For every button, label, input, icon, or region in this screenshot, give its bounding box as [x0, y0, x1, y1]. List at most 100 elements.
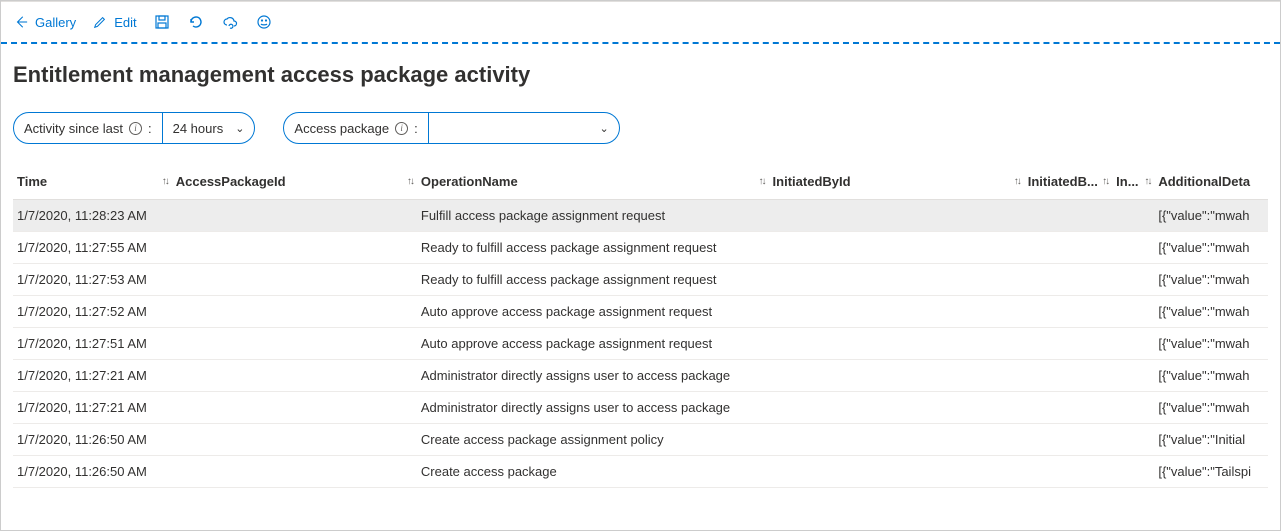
cell-additional-details: [{"value":"mwah [1154, 328, 1268, 360]
cell-in [1112, 424, 1154, 456]
cell-additional-details: [{"value":"mwah [1154, 360, 1268, 392]
cell-in [1112, 360, 1154, 392]
table-row[interactable]: 1/7/2020, 11:27:52 AM Auto approve access… [13, 296, 1268, 328]
app-window: Gallery Edit Entitlement management acce… [0, 0, 1281, 531]
cell-initiated-by-id [769, 264, 1024, 296]
cell-operation-name: Auto approve access package assignment r… [417, 328, 769, 360]
edit-button[interactable]: Edit [92, 14, 136, 30]
activity-since-value: 24 hours [173, 121, 224, 136]
activity-since-filter: Activity since last i : 24 hours ⌄ [13, 112, 255, 144]
cell-in [1112, 296, 1154, 328]
cloud-refresh-icon[interactable] [221, 13, 239, 31]
cell-time: 1/7/2020, 11:27:21 AM [13, 392, 172, 424]
cell-access-package-id [172, 264, 417, 296]
cell-initiated-by [1024, 328, 1112, 360]
column-label: AdditionalDeta [1158, 174, 1250, 189]
sort-icon[interactable]: ↑↓ [1102, 176, 1108, 187]
table-row[interactable]: 1/7/2020, 11:27:55 AM Ready to fulfill ac… [13, 232, 1268, 264]
cell-operation-name: Ready to fulfill access package assignme… [417, 264, 769, 296]
cell-initiated-by [1024, 264, 1112, 296]
results-table: Time ↑↓ AccessPackageId ↑↓ OperationName ↑↓… [13, 166, 1268, 488]
cell-access-package-id [172, 328, 417, 360]
cell-access-package-id [172, 360, 417, 392]
activity-since-label: Activity since last i : [14, 121, 162, 136]
cell-access-package-id [172, 296, 417, 328]
cell-time: 1/7/2020, 11:28:23 AM [13, 200, 172, 232]
column-label: InitiatedB... [1028, 174, 1098, 189]
activity-since-select[interactable]: 24 hours ⌄ [163, 121, 255, 136]
table-row[interactable]: 1/7/2020, 11:27:21 AMAdministrator direc… [13, 392, 1268, 424]
cell-operation-name: Create access package [417, 456, 769, 488]
cell-operation-name: Create access package assignment policy [417, 424, 769, 456]
cell-additional-details: [{"value":"mwah [1154, 264, 1268, 296]
toolbar: Gallery Edit [1, 2, 1280, 42]
cell-access-package-id [172, 200, 417, 232]
pencil-icon [92, 14, 108, 30]
cell-time: 1/7/2020, 11:27:52 AM [13, 296, 172, 328]
cell-access-package-id [172, 392, 417, 424]
cell-access-package-id [172, 232, 417, 264]
cell-in [1112, 232, 1154, 264]
gallery-button[interactable]: Gallery [13, 14, 76, 30]
cell-time: 1/7/2020, 11:27:55 AM [13, 232, 172, 264]
cell-time: 1/7/2020, 11:27:53 AM [13, 264, 172, 296]
save-icon[interactable] [153, 13, 171, 31]
column-label: In... [1116, 174, 1138, 189]
cell-additional-details: [{"value":"mwah [1154, 392, 1268, 424]
sort-icon[interactable]: ↑↓ [1144, 176, 1150, 187]
column-header-initiated-by-id[interactable]: InitiatedById↑↓ [769, 166, 1024, 200]
chevron-down-icon: ⌄ [235, 122, 244, 135]
table-row[interactable]: 1/7/2020, 11:28:23 AM Fulfill access pack… [13, 200, 1268, 232]
cell-in [1112, 392, 1154, 424]
cell-additional-details: [{"value":"Initial [1154, 424, 1268, 456]
cell-initiated-by-id [769, 424, 1024, 456]
info-icon[interactable]: i [395, 122, 408, 135]
access-package-select[interactable]: ⌄ [429, 122, 619, 135]
cell-time: 1/7/2020, 11:26:50 AM [13, 424, 172, 456]
column-header-additional-details[interactable]: AdditionalDeta [1154, 166, 1268, 200]
table-row[interactable]: 1/7/2020, 11:27:21 AMAdministrator direc… [13, 360, 1268, 392]
cell-in [1112, 200, 1154, 232]
arrow-left-icon [13, 14, 29, 30]
access-package-label-text: Access package [294, 121, 389, 136]
sort-icon[interactable]: ↑↓ [1014, 176, 1020, 187]
refresh-icon[interactable] [187, 13, 205, 31]
column-header-in[interactable]: In... ↑↓ [1112, 166, 1154, 200]
column-header-time[interactable]: Time ↑↓ [13, 166, 172, 200]
column-label: AccessPackageId [176, 174, 286, 189]
cell-operation-name: Fulfill access package assignment reques… [417, 200, 769, 232]
cell-initiated-by [1024, 456, 1112, 488]
column-header-operation-name[interactable]: OperationName ↑↓ [417, 166, 769, 200]
cell-operation-name: Ready to fulfill access package assignme… [417, 232, 769, 264]
cell-initiated-by-id [769, 392, 1024, 424]
cell-initiated-by [1024, 232, 1112, 264]
column-label: OperationName [421, 174, 518, 189]
cell-initiated-by [1024, 424, 1112, 456]
cell-initiated-by-id [769, 328, 1024, 360]
column-label: Time [17, 174, 47, 189]
gallery-label: Gallery [35, 15, 76, 30]
column-header-access-package-id[interactable]: AccessPackageId ↑↓ [172, 166, 417, 200]
table-row[interactable]: 1/7/2020, 11:27:53 AM Ready to fulfill ac… [13, 264, 1268, 296]
cell-additional-details: [{"value":"mwah [1154, 232, 1268, 264]
column-header-initiated-by[interactable]: InitiatedB... ↑↓ [1024, 166, 1112, 200]
cell-in [1112, 328, 1154, 360]
cell-operation-name: Auto approve access package assignment r… [417, 296, 769, 328]
cell-time: 1/7/2020, 11:26:50 AM [13, 456, 172, 488]
access-package-filter: Access package i : ⌄ [283, 112, 619, 144]
table-row[interactable]: 1/7/2020, 11:27:51 AM Auto approve access… [13, 328, 1268, 360]
sort-icon[interactable]: ↑↓ [407, 176, 413, 187]
cell-additional-details: [{"value":"mwah [1154, 296, 1268, 328]
info-icon[interactable]: i [129, 122, 142, 135]
sort-icon[interactable]: ↑↓ [759, 176, 765, 187]
table-row[interactable]: 1/7/2020, 11:26:50 AM Create access packa… [13, 424, 1268, 456]
cell-access-package-id [172, 456, 417, 488]
table-row[interactable]: 1/7/2020, 11:26:50 AM Create access packa… [13, 456, 1268, 488]
page-title: Entitlement management access package ac… [13, 62, 1268, 88]
cell-time: 1/7/2020, 11:27:51 AM [13, 328, 172, 360]
cell-initiated-by [1024, 200, 1112, 232]
cell-in [1112, 264, 1154, 296]
smile-icon[interactable] [255, 13, 273, 31]
sort-icon[interactable]: ↑↓ [162, 176, 168, 187]
cell-access-package-id [172, 424, 417, 456]
